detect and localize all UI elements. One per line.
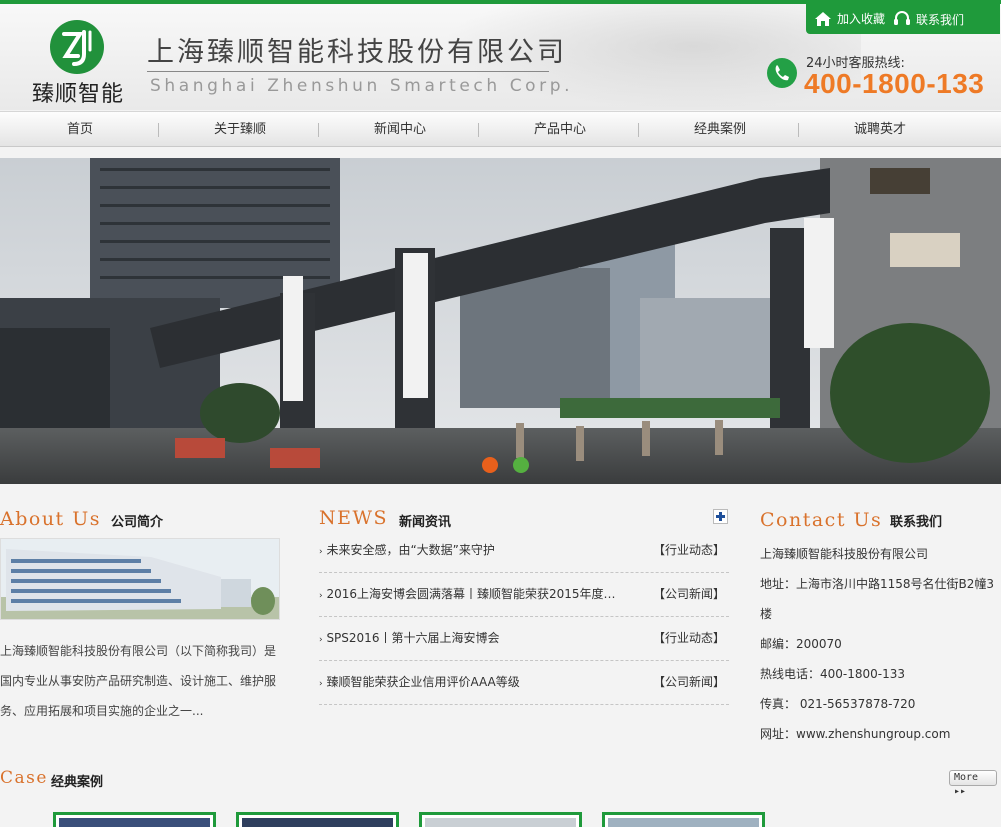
contact-company: 上海臻顺智能科技股份有限公司 (760, 547, 929, 561)
case-thumbnail (608, 818, 759, 827)
news-item-category: 【行业动态】 (652, 631, 725, 645)
case-card[interactable] (602, 812, 765, 827)
nav-separator (798, 123, 799, 137)
hotline-number: 400-1800-133 (804, 68, 985, 99)
contact-fax: 传真： 021-56537878-720 (760, 697, 916, 711)
contact-title-cn: 联系我们 (890, 515, 943, 530)
news-item-title: SPS2016丨第十六届上海安博会 (326, 631, 500, 645)
bullet-arrow-icon: › (319, 635, 323, 645)
nav-separator (638, 123, 639, 137)
case-card[interactable] (53, 812, 216, 827)
nav-cases[interactable]: 经典案例 (640, 112, 800, 148)
case-title-en: Case (0, 768, 48, 788)
add-favorite-label: 加入收藏 (837, 12, 886, 26)
company-name-cn: 上海臻顺智能科技股份有限公司 (147, 37, 567, 68)
news-item-category: 【行业动态】 (652, 543, 725, 557)
top-links-bar: 加入收藏 联系我们 (806, 3, 1000, 34)
contact-address: 地址：上海市洛川中路1158号名仕街B2幢3楼 (760, 577, 995, 621)
news-more-plus-icon[interactable] (713, 509, 728, 524)
news-title-cn: 新闻资讯 (399, 515, 452, 530)
about-title-cn: 公司简介 (111, 515, 164, 530)
about-title-en: About Us (0, 508, 101, 530)
contact-hotline: 热线电话：400-1800-133 (760, 667, 906, 681)
news-item[interactable]: › 2016上海安博会圆满落幕丨臻顺智能荣获2015年度… 【公司新闻】 (319, 573, 729, 617)
case-thumbnail (242, 818, 393, 827)
news-item-title: 未来安全感，由“大数据”来守护 (326, 543, 495, 557)
nav-separator (478, 123, 479, 137)
news-item-title: 臻顺智能荣获企业信用评价AAA等级 (326, 675, 520, 689)
nav-separator (318, 123, 319, 137)
news-item-category: 【公司新闻】 (652, 675, 725, 689)
news-item[interactable]: › 臻顺智能荣获企业信用评价AAA等级 【公司新闻】 (319, 661, 729, 705)
company-name-divider (147, 71, 549, 72)
news-title-en: NEWS (319, 507, 389, 529)
carousel-dot-active[interactable] (482, 457, 498, 473)
news-item[interactable]: › 未来安全感，由“大数据”来守护 【行业动态】 (319, 529, 729, 573)
contact-us-label: 联系我们 (916, 12, 965, 27)
carousel-dot[interactable] (513, 457, 529, 473)
hero-banner-image[interactable] (0, 158, 1001, 484)
case-thumbnail (59, 818, 210, 827)
bullet-arrow-icon: › (319, 547, 323, 557)
home-icon (815, 11, 831, 26)
nav-about[interactable]: 关于臻顺 (160, 112, 320, 148)
news-item[interactable]: › SPS2016丨第十六届上海安博会 【行业动态】 (319, 617, 729, 661)
headset-icon (894, 11, 910, 25)
news-item-title: 2016上海安博会圆满落幕丨臻顺智能荣获2015年度… (326, 587, 616, 601)
logo-text: 臻顺智能 (32, 82, 125, 107)
company-name-en: Shanghai Zhenshun Smartech Corp. (150, 76, 574, 96)
main-nav: 首页 关于臻顺 新闻中心 产品中心 经典案例 诚聘英才 (0, 111, 1001, 147)
about-company-image[interactable] (0, 538, 280, 620)
case-card[interactable] (236, 812, 399, 827)
news-item-category: 【公司新闻】 (652, 587, 725, 601)
contact-info: 上海臻顺智能科技股份有限公司 地址：上海市洛川中路1158号名仕街B2幢3楼 邮… (760, 539, 1000, 749)
contact-us-link[interactable]: 联系我们 (893, 10, 964, 28)
phone-icon (767, 58, 797, 88)
case-more-label: More (954, 772, 979, 783)
bullet-arrow-icon: › (319, 591, 323, 601)
nav-news[interactable]: 新闻中心 (320, 112, 480, 148)
about-summary: 上海臻顺智能科技股份有限公司（以下简称我司）是国内专业从事安防产品研究制造、设计… (0, 644, 277, 718)
case-card[interactable] (419, 812, 582, 827)
case-thumbnail (425, 818, 576, 827)
case-title-cn: 经典案例 (51, 775, 104, 790)
nav-products[interactable]: 产品中心 (480, 112, 640, 148)
double-arrow-icon: ▸▸ (954, 786, 967, 797)
nav-careers[interactable]: 诚聘英才 (800, 112, 960, 148)
bullet-arrow-icon: › (319, 679, 323, 689)
add-favorite-link[interactable]: 加入收藏 (814, 10, 885, 27)
contact-postcode: 邮编：200070 (760, 637, 842, 651)
contact-title-en: Contact Us (760, 509, 883, 531)
case-more-button[interactable]: More ▸▸ (949, 770, 997, 797)
contact-website[interactable]: 网址：www.zhenshungroup.com (760, 719, 1000, 749)
nav-home[interactable]: 首页 (0, 112, 160, 148)
logo-icon[interactable] (50, 20, 104, 74)
nav-separator (158, 123, 159, 137)
